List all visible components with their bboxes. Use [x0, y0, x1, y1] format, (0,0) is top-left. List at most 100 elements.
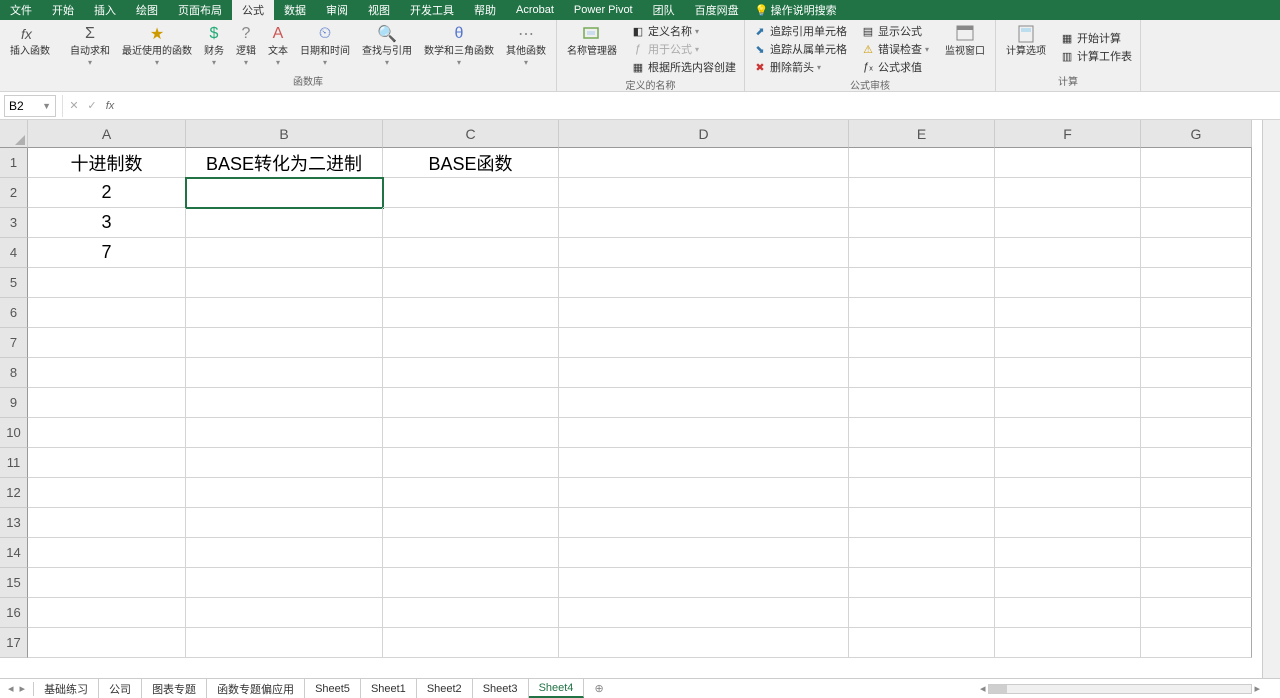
- cell-A2[interactable]: 2: [28, 178, 186, 208]
- cell-E1[interactable]: [849, 148, 995, 178]
- menu-tab-团队[interactable]: 团队: [643, 0, 685, 20]
- accept-formula-button[interactable]: ✓: [83, 95, 101, 117]
- cell-G5[interactable]: [1141, 268, 1252, 298]
- menu-tab-开发工具[interactable]: 开发工具: [400, 0, 464, 20]
- cell-A16[interactable]: [28, 598, 186, 628]
- cell-B3[interactable]: [186, 208, 383, 238]
- cell-A14[interactable]: [28, 538, 186, 568]
- cell-D13[interactable]: [559, 508, 849, 538]
- menu-tab-帮助[interactable]: 帮助: [464, 0, 506, 20]
- cell-A1[interactable]: 十进制数: [28, 148, 186, 178]
- sheet-tab-公司[interactable]: 公司: [99, 679, 142, 698]
- sheet-nav-prev[interactable]: ◂: [8, 682, 14, 695]
- cell-C6[interactable]: [383, 298, 559, 328]
- cell-D3[interactable]: [559, 208, 849, 238]
- row-header-12[interactable]: 12: [0, 478, 28, 508]
- cell-A6[interactable]: [28, 298, 186, 328]
- sheet-tab-图表专题[interactable]: 图表专题: [142, 679, 207, 698]
- cell-E7[interactable]: [849, 328, 995, 358]
- cell-G12[interactable]: [1141, 478, 1252, 508]
- define-name-button[interactable]: ◧定义名称 ▾: [627, 22, 740, 40]
- cell-F14[interactable]: [995, 538, 1141, 568]
- evaluate-formula-button[interactable]: ƒₓ公式求值: [857, 58, 933, 76]
- cell-A9[interactable]: [28, 388, 186, 418]
- cell-E12[interactable]: [849, 478, 995, 508]
- menu-tab-插入[interactable]: 插入: [84, 0, 126, 20]
- cell-E16[interactable]: [849, 598, 995, 628]
- cell-G3[interactable]: [1141, 208, 1252, 238]
- cell-G4[interactable]: [1141, 238, 1252, 268]
- cell-C13[interactable]: [383, 508, 559, 538]
- cell-C3[interactable]: [383, 208, 559, 238]
- menu-tab-百度网盘[interactable]: 百度网盘: [685, 0, 749, 20]
- cell-A12[interactable]: [28, 478, 186, 508]
- cell-F15[interactable]: [995, 568, 1141, 598]
- cell-G7[interactable]: [1141, 328, 1252, 358]
- cell-A3[interactable]: 3: [28, 208, 186, 238]
- sheet-nav-next[interactable]: ▸: [20, 682, 26, 695]
- cell-B6[interactable]: [186, 298, 383, 328]
- cell-A8[interactable]: [28, 358, 186, 388]
- cell-D4[interactable]: [559, 238, 849, 268]
- row-header-1[interactable]: 1: [0, 148, 28, 178]
- cell-E17[interactable]: [849, 628, 995, 658]
- cell-F1[interactable]: [995, 148, 1141, 178]
- cell-G16[interactable]: [1141, 598, 1252, 628]
- cell-B9[interactable]: [186, 388, 383, 418]
- cell-B16[interactable]: [186, 598, 383, 628]
- logical-button[interactable]: ?逻辑▾: [230, 22, 262, 72]
- row-header-14[interactable]: 14: [0, 538, 28, 568]
- cell-G8[interactable]: [1141, 358, 1252, 388]
- cell-C16[interactable]: [383, 598, 559, 628]
- insert-function-button[interactable]: fx 插入函数: [4, 22, 56, 89]
- cell-F2[interactable]: [995, 178, 1141, 208]
- cell-E11[interactable]: [849, 448, 995, 478]
- cell-B11[interactable]: [186, 448, 383, 478]
- cell-F5[interactable]: [995, 268, 1141, 298]
- cell-E2[interactable]: [849, 178, 995, 208]
- cell-A10[interactable]: [28, 418, 186, 448]
- calc-options-button[interactable]: 计算选项: [1000, 22, 1052, 72]
- cell-G15[interactable]: [1141, 568, 1252, 598]
- cell-B4[interactable]: [186, 238, 383, 268]
- calculate-sheet-button[interactable]: ▥计算工作表: [1056, 47, 1136, 65]
- cell-A17[interactable]: [28, 628, 186, 658]
- col-header-A[interactable]: A: [28, 120, 186, 148]
- cell-D5[interactable]: [559, 268, 849, 298]
- cell-C1[interactable]: BASE函数: [383, 148, 559, 178]
- cell-G14[interactable]: [1141, 538, 1252, 568]
- cell-A7[interactable]: [28, 328, 186, 358]
- cell-E4[interactable]: [849, 238, 995, 268]
- cell-F10[interactable]: [995, 418, 1141, 448]
- col-header-E[interactable]: E: [849, 120, 995, 148]
- lookup-button[interactable]: 🔍查找与引用▾: [356, 22, 418, 72]
- cell-F13[interactable]: [995, 508, 1141, 538]
- cell-D8[interactable]: [559, 358, 849, 388]
- cell-C2[interactable]: [383, 178, 559, 208]
- sheet-tab-Sheet1[interactable]: Sheet1: [361, 679, 417, 698]
- cell-C15[interactable]: [383, 568, 559, 598]
- row-header-13[interactable]: 13: [0, 508, 28, 538]
- cell-F4[interactable]: [995, 238, 1141, 268]
- more-functions-button[interactable]: ⋯其他函数▾: [500, 22, 552, 72]
- cell-F16[interactable]: [995, 598, 1141, 628]
- cell-B1[interactable]: BASE转化为二进制: [186, 148, 383, 178]
- cell-C5[interactable]: [383, 268, 559, 298]
- row-header-6[interactable]: 6: [0, 298, 28, 328]
- cell-D16[interactable]: [559, 598, 849, 628]
- cell-E15[interactable]: [849, 568, 995, 598]
- cell-E9[interactable]: [849, 388, 995, 418]
- col-header-D[interactable]: D: [559, 120, 849, 148]
- cell-C10[interactable]: [383, 418, 559, 448]
- cell-D11[interactable]: [559, 448, 849, 478]
- sheet-tab-Sheet3[interactable]: Sheet3: [473, 679, 529, 698]
- row-header-10[interactable]: 10: [0, 418, 28, 448]
- cell-E3[interactable]: [849, 208, 995, 238]
- cell-F12[interactable]: [995, 478, 1141, 508]
- row-header-7[interactable]: 7: [0, 328, 28, 358]
- cell-F11[interactable]: [995, 448, 1141, 478]
- formula-input[interactable]: [119, 95, 1280, 117]
- sheet-tab-Sheet5[interactable]: Sheet5: [305, 679, 361, 698]
- cell-A15[interactable]: [28, 568, 186, 598]
- cell-C17[interactable]: [383, 628, 559, 658]
